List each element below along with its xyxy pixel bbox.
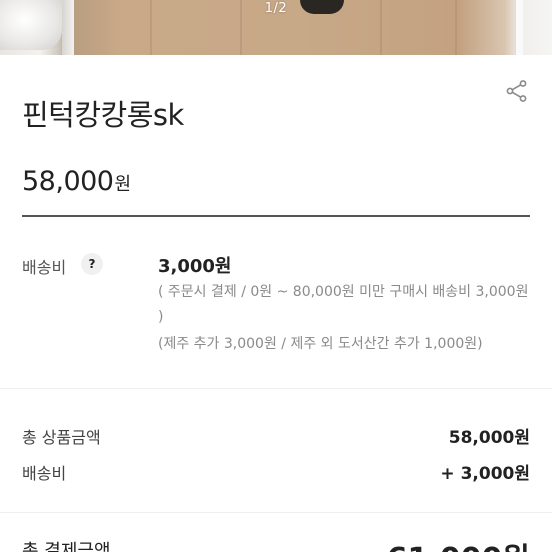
share-icon[interactable] xyxy=(505,79,529,103)
total-label: 총 결제금액 xyxy=(22,541,111,552)
product-title: 핀턱캉캉롱sk xyxy=(22,98,184,132)
shipping-fee: 3,000원 xyxy=(158,256,232,277)
total-value: 61,000원 xyxy=(387,534,530,552)
price-amount: 58,000 xyxy=(22,166,114,197)
product-price: 58,000원 xyxy=(22,166,131,197)
shipping-condition-note: ( 주문시 결제 / 0원 ~ 80,000원 미만 구매시 배송비 3,000… xyxy=(158,284,529,325)
total-divider xyxy=(0,512,552,513)
question-icon[interactable]: ? xyxy=(81,253,103,275)
shipping-region-note: (제주 추가 3,000원 / 제주 외 도서산간 추가 1,000원) xyxy=(158,336,483,352)
price-unit: 원 xyxy=(114,174,131,195)
product-image[interactable]: 1/2 xyxy=(0,0,552,55)
shipping-label: 배송비 xyxy=(22,258,67,277)
image-counter: 1/2 xyxy=(264,1,288,16)
summary-shipping-value: + 3,000원 xyxy=(440,464,530,484)
subtotal-label: 총 상품금액 xyxy=(22,428,101,447)
subtotal-value: 58,000원 xyxy=(448,428,530,448)
summary-divider xyxy=(0,388,552,389)
section-divider xyxy=(22,215,530,217)
summary-shipping-label: 배송비 xyxy=(22,464,67,483)
